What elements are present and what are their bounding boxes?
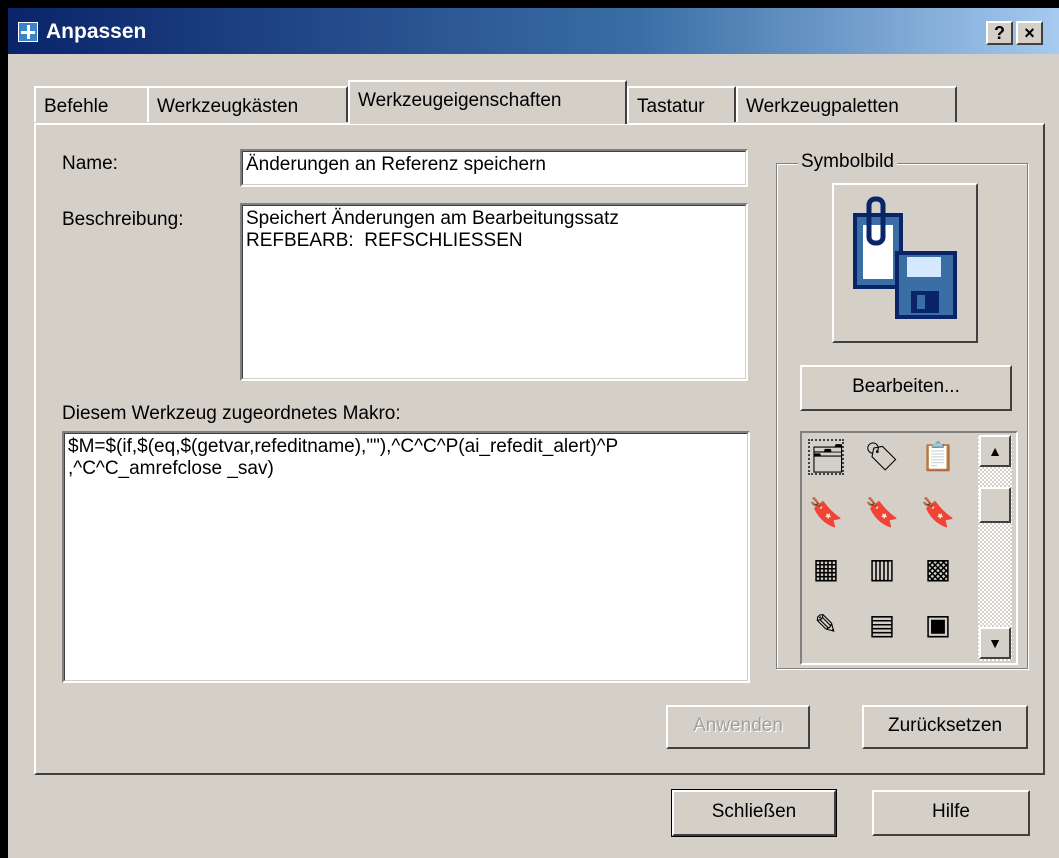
- edit-symbol-button[interactable]: Bearbeiten...: [800, 365, 1012, 411]
- tab-werkzeugpaletten[interactable]: Werkzeugpaletten: [736, 86, 957, 122]
- dotted-grid-icon[interactable]: ▩: [920, 551, 956, 587]
- tag-pink-icon[interactable]: 🔖: [808, 495, 844, 531]
- tab-werkzeugkaesten[interactable]: Werkzeugkästen: [147, 86, 348, 122]
- tab-panel: Name: Änderungen an Referenz speichern B…: [34, 123, 1045, 775]
- tab-tastatur[interactable]: Tastatur: [627, 86, 736, 122]
- picture-icon[interactable]: ▣: [920, 607, 956, 643]
- scroll-up-button[interactable]: ▲: [979, 435, 1011, 467]
- macro-label: Diesem Werkzeug zugeordnetes Makro:: [62, 403, 401, 424]
- close-title-button[interactable]: ×: [1016, 21, 1043, 45]
- symbol-scrollbar[interactable]: ▲ ▼: [978, 435, 1012, 661]
- app-icon: [18, 22, 38, 42]
- scroll-thumb[interactable]: [979, 487, 1011, 523]
- close-button[interactable]: Schließen: [671, 789, 837, 837]
- help-button[interactable]: Hilfe: [872, 790, 1030, 836]
- symbol-list[interactable]: 🗂 🏷 📋 🔖 🔖 🔖 ▦ ▥ ▩ ✎ ▤ ▣ ▲ ▼: [800, 431, 1018, 665]
- macro-field[interactable]: $M=$(if,$(eq,$(getvar,refeditname),""),^…: [62, 431, 750, 683]
- symbol-group-label: Symbolbild: [798, 151, 897, 173]
- name-label: Name:: [62, 153, 118, 174]
- tag-green-icon[interactable]: 🔖: [864, 495, 900, 531]
- tag-icon[interactable]: 🏷: [864, 439, 900, 475]
- apply-button[interactable]: Anwenden: [666, 705, 810, 749]
- grid-bar-icon[interactable]: ▤: [864, 607, 900, 643]
- scroll-down-button[interactable]: ▼: [979, 627, 1011, 659]
- tab-befehle[interactable]: Befehle: [34, 86, 149, 122]
- tag-blue-icon[interactable]: 🔖: [920, 495, 956, 531]
- pencil-icon[interactable]: ✎: [808, 607, 844, 643]
- grid-dots-icon[interactable]: ▦: [808, 551, 844, 587]
- clip-save-icon: [853, 196, 957, 319]
- title-bar[interactable]: Anpassen ? ×: [8, 8, 1059, 54]
- clip-grid-icon[interactable]: ▥: [864, 551, 900, 587]
- clipboard-icon[interactable]: 📋: [920, 439, 956, 475]
- customize-dialog: Anpassen ? × Befehle Werkzeugkästen Werk…: [8, 8, 1059, 858]
- symbol-preview[interactable]: [832, 183, 978, 343]
- reset-button[interactable]: Zurücksetzen: [862, 705, 1028, 749]
- name-field[interactable]: Änderungen an Referenz speichern: [240, 149, 748, 187]
- window-title: Anpassen: [46, 20, 147, 43]
- description-field[interactable]: Speichert Änderungen am Bearbeitungssatz…: [240, 203, 748, 381]
- description-label: Beschreibung:: [62, 209, 184, 230]
- help-title-button[interactable]: ?: [986, 21, 1013, 45]
- tab-werkzeugeigenschaften[interactable]: Werkzeugeigenschaften: [348, 80, 627, 124]
- clip-save-small-icon[interactable]: 🗂: [808, 439, 846, 475]
